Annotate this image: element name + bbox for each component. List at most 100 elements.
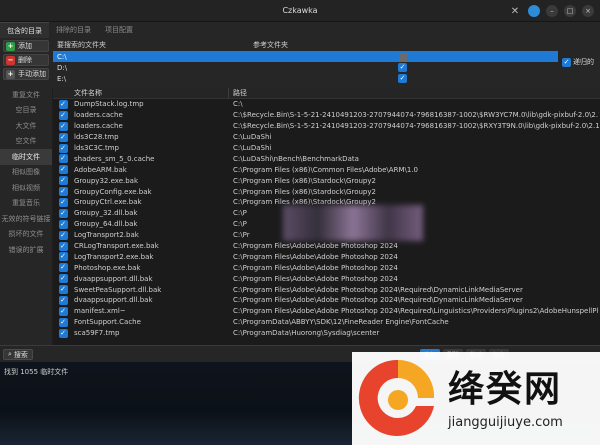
reference-checkbox[interactable]: ✓ — [398, 74, 407, 83]
sidebar-item-broken-files[interactable]: 损坏的文件 — [0, 227, 52, 243]
row-cell-checkbox: ✓ — [53, 187, 73, 197]
sidebar-item-bad-extensions[interactable]: 错误的扩展 — [0, 242, 52, 258]
table-row[interactable]: ✓ dvaappsupport.dll.bak C:\Program Files\A… — [53, 273, 600, 284]
table-row[interactable]: ✓ CRLogTransport.exe.bak C:\Program Files\… — [53, 241, 600, 252]
table-row[interactable]: ✓ loaders.cache C:\$Recycle.Bin\S-1-5-21-2… — [53, 110, 600, 121]
remove-dir-label: 删除 — [18, 56, 32, 64]
row-cell-checkbox: ✓ — [53, 154, 73, 164]
row-checkbox[interactable]: ✓ — [58, 99, 68, 109]
row-checkbox[interactable]: ✓ — [58, 252, 68, 262]
table-row[interactable]: ✓ lds3C28.tmp C:\LuDaShi — [53, 132, 600, 143]
table-row[interactable]: ✓ Photoshop.exe.bak C:\Program Files\Adobe… — [53, 262, 600, 273]
file-path-cell: C:\LuDaShi — [233, 144, 272, 152]
minimize-icon[interactable]: – — [546, 5, 558, 17]
manual-add-button[interactable]: + 手动添加 — [3, 68, 49, 80]
sidebar-item-duplicate-music[interactable]: 重复音乐 — [0, 196, 52, 212]
row-checkbox[interactable]: ✓ — [58, 317, 68, 327]
sidebar-item-big-files[interactable]: 大文件 — [0, 118, 52, 134]
row-cell-checkbox: ✓ — [53, 219, 73, 229]
table-row[interactable]: ✓ sca59F7.tmp C:\ProgramData\Huorong\Sysdi… — [53, 328, 600, 339]
info-icon[interactable] — [528, 5, 540, 17]
table-row[interactable]: ✓ AdobeARM.bak C:\Program Files (x86)\Comm… — [53, 164, 600, 175]
file-path-cell: C:\LuDaShi — [233, 133, 272, 142]
file-name-cell: DumpStack.log.tmp — [74, 100, 144, 109]
remove-dir-button[interactable]: − 删除 — [3, 54, 49, 66]
close-icon[interactable]: × — [582, 5, 594, 17]
row-checkbox[interactable]: ✓ — [58, 121, 68, 131]
row-checkbox[interactable]: ✓ — [58, 208, 68, 218]
recursive-checkbox[interactable]: ✓ — [562, 57, 571, 67]
file-path-cell: C:\Program Files\Adobe\Adobe Photoshop 2… — [233, 274, 398, 283]
table-row[interactable]: ✓ DumpStack.log.tmp C:\ — [53, 99, 600, 110]
table-row[interactable]: ✓ Groupy32.exe.bak C:\Program Files (x86)\… — [53, 175, 600, 186]
row-cell-checkbox: ✓ — [53, 143, 73, 153]
directory-buttons: + 添加 − 删除 + 手动添加 — [3, 40, 49, 82]
tools-icon[interactable]: ✕ — [508, 4, 522, 18]
sidebar-item-empty-files[interactable]: 空文件 — [0, 134, 52, 150]
reference-checkbox[interactable] — [399, 53, 407, 61]
row-checkbox[interactable]: ✓ — [58, 197, 68, 207]
table-row[interactable]: ✓ loaders.cache C:\$Recycle.Bin\S-1-5-21-2… — [53, 121, 600, 132]
search-button[interactable]: ⌕ 搜索 — [3, 349, 33, 360]
maximize-icon[interactable]: □ — [564, 5, 576, 17]
file-path-cell: C:\Program Files\Adobe\Adobe Photoshop 2… — [233, 296, 523, 305]
directory-row[interactable]: C:\ — [53, 51, 558, 62]
table-row[interactable]: ✓ LogTransport2.exe.bak C:\Program Files\A… — [53, 251, 600, 262]
table-row[interactable]: ✓ lds3C3C.tmp C:\LuDaShi — [53, 143, 600, 154]
row-cell-checkbox: ✓ — [53, 328, 73, 338]
file-name-cell: loaders.cache — [74, 122, 123, 131]
directory-row[interactable]: D:\ ✓ — [53, 62, 558, 73]
file-name-cell: Groupy32.exe.bak — [74, 176, 139, 185]
row-checkbox[interactable]: ✓ — [58, 176, 68, 186]
status-text: 找到 1055 临时文件 — [4, 368, 69, 376]
row-checkbox[interactable]: ✓ — [58, 154, 68, 164]
row-checkbox[interactable]: ✓ — [58, 230, 68, 240]
table-row[interactable]: ✓ shaders_sm_5_0.cache C:\LuDaShi\nBench\B… — [53, 153, 600, 164]
col-reference-folder: 参考文件夹 — [253, 41, 288, 49]
directory-table: 要搜索的文件夹 参考文件夹 C:\ D:\ ✓ E:\ ✓ — [53, 40, 558, 84]
row-checkbox[interactable]: ✓ — [58, 132, 68, 142]
search-icon: ⌕ — [8, 350, 12, 358]
table-row[interactable]: ✓ FontSupport.Cache C:\ProgramData\ABBYY\S… — [53, 317, 600, 328]
row-checkbox[interactable]: ✓ — [58, 274, 68, 284]
col-path[interactable]: 路径 — [229, 88, 247, 98]
reference-checkbox[interactable]: ✓ — [398, 63, 407, 72]
file-name-cell: loaders.cache — [74, 111, 123, 120]
col-file-name[interactable]: 文件名称 — [73, 87, 229, 98]
file-name-cell: lds3C28.tmp — [74, 133, 119, 142]
sidebar-item-temp-files[interactable]: 临时文件 — [0, 149, 52, 165]
row-checkbox[interactable]: ✓ — [58, 285, 68, 295]
row-checkbox[interactable]: ✓ — [58, 143, 68, 153]
table-row[interactable]: ✓ GroupyConfig.exe.bak C:\Program Files (x… — [53, 186, 600, 197]
sidebar-item-similar-images[interactable]: 相似图像 — [0, 165, 52, 181]
watermark-brand: 绛癸网 — [448, 369, 563, 410]
row-checkbox[interactable]: ✓ — [58, 219, 68, 229]
row-checkbox[interactable]: ✓ — [58, 165, 68, 175]
recursive-option[interactable]: ✓ 递归的 — [562, 57, 594, 67]
tab-included-dirs[interactable]: 包含的目录 — [0, 22, 49, 38]
sidebar-item-similar-videos[interactable]: 相似视频 — [0, 180, 52, 196]
table-row[interactable]: ✓ manifest.xml~ C:\Program Files\Adobe\Ado… — [53, 306, 600, 317]
row-checkbox[interactable]: ✓ — [58, 187, 68, 197]
tab-excluded-dirs[interactable]: 排除的目录 — [49, 22, 98, 38]
table-row[interactable]: ✓ dvaappsupport.dll.bak C:\Program Files\A… — [53, 295, 600, 306]
sidebar-item-duplicates[interactable]: 重复文件 — [0, 87, 52, 103]
file-name-cell: SweetPeaSupport.dll.bak — [74, 285, 162, 294]
row-checkbox[interactable]: ✓ — [58, 328, 68, 338]
file-name-cell: AdobeARM.bak — [74, 165, 127, 174]
table-row[interactable]: ✓ SweetPeaSupport.dll.bak C:\Program Files… — [53, 284, 600, 295]
add-dir-label: 添加 — [18, 42, 32, 50]
row-checkbox[interactable]: ✓ — [58, 295, 68, 305]
tab-project-config[interactable]: 项目配置 — [98, 22, 140, 38]
row-checkbox[interactable]: ✓ — [58, 306, 68, 316]
sidebar-item-invalid-symlinks[interactable]: 无效的符号链接 — [0, 211, 52, 227]
row-checkbox[interactable]: ✓ — [58, 241, 68, 251]
sidebar-item-empty-dirs[interactable]: 空目录 — [0, 103, 52, 119]
directory-row[interactable]: E:\ ✓ — [53, 73, 558, 84]
file-path-cell: C:\ProgramData\ABBYY\SDK\12\FineReader E… — [233, 318, 449, 327]
add-dir-button[interactable]: + 添加 — [3, 40, 49, 52]
row-cell-checkbox: ✓ — [53, 285, 73, 295]
row-checkbox[interactable]: ✓ — [58, 263, 68, 273]
file-path-cell: C:\ProgramData\Huorong\Sysdiag\scenter — [233, 329, 380, 338]
row-checkbox[interactable]: ✓ — [58, 110, 68, 120]
